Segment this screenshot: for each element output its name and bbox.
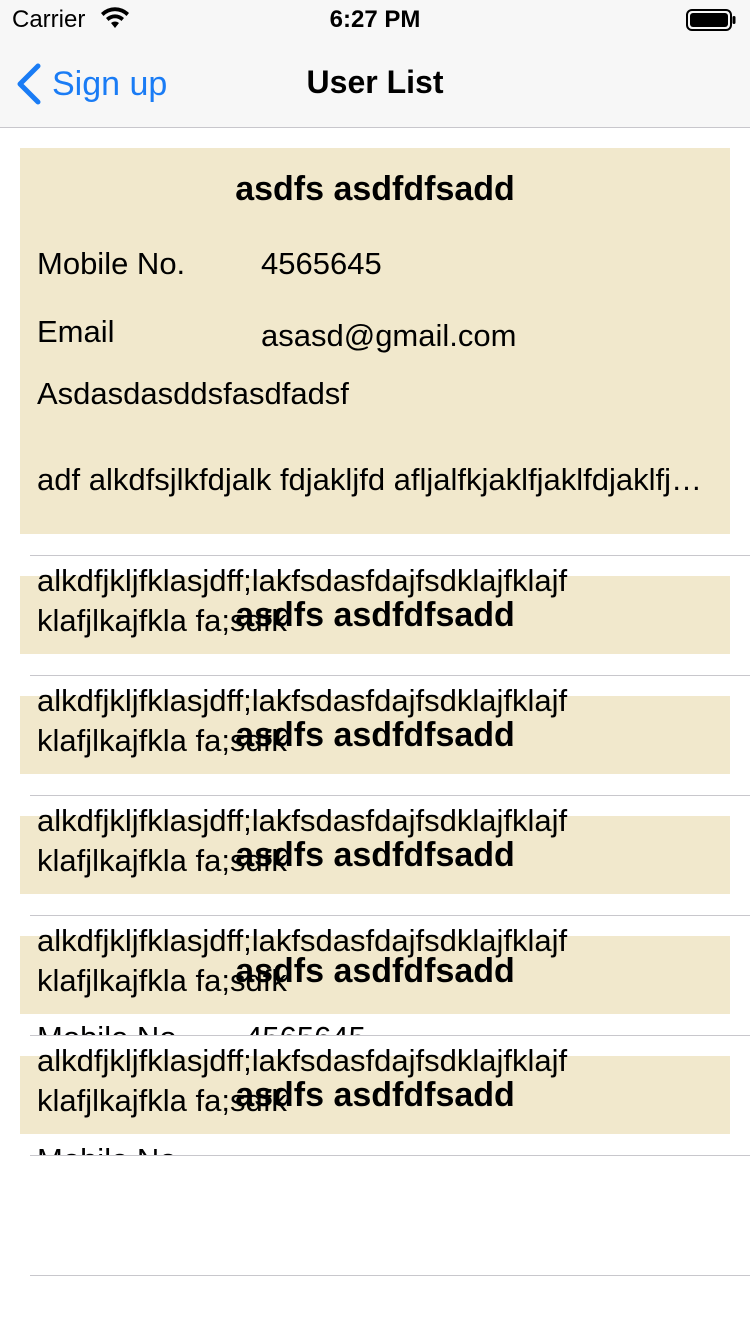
user-list[interactable]: asdfs asdfdfsadd Mobile No. 4565645 Emai…	[0, 128, 750, 1334]
email-value: asasd@gmail.com	[261, 318, 517, 353]
row-separator	[30, 1035, 750, 1036]
user-name: asdfs asdfdfsadd	[235, 596, 515, 634]
user-card[interactable]: asdfs asdfdfsadd Mobile No. 4565645 Emai…	[20, 148, 730, 534]
status-time: 6:27 PM	[329, 6, 421, 33]
row-separator	[30, 795, 750, 796]
overflow-line-1: alkdfjkljfklasjdff;lakfsdasfdajfsdklajfk…	[37, 683, 568, 718]
mobile-label: Mobile No.	[37, 246, 186, 281]
description-text: adf alkdfsjlkfdjalk fdjakljfd afljalfkja…	[37, 462, 717, 497]
overflow-line-1: alkdfjkljfklasjdff;lakfsdasfdajfsdklajfk…	[37, 563, 568, 598]
row-separator	[30, 915, 750, 916]
overflow-line-1: alkdfjkljfklasjdff;lakfsdasfdajfsdklajfk…	[37, 803, 568, 838]
battery-icon	[686, 9, 736, 31]
row-separator	[30, 1155, 750, 1156]
clipped-mobile-row: Mobile No.	[37, 1142, 185, 1155]
row-separator	[30, 555, 750, 556]
row-separator	[30, 1275, 750, 1276]
user-name: asdfs asdfdfsadd	[235, 1076, 515, 1114]
clipped-mobile-row: Mobile No. 4565645	[37, 1020, 366, 1035]
navigation-bar: Sign up User List	[0, 40, 750, 128]
user-name: asdfs asdfdfsadd	[235, 952, 515, 990]
page-title: User List	[306, 64, 444, 100]
clipped-mobile-label: Mobile No.	[37, 1020, 185, 1035]
clipped-mobile-value: 4565645	[245, 1020, 366, 1035]
user-name: asdfs asdfdfsadd	[235, 836, 515, 874]
mobile-value: 4565645	[261, 246, 382, 281]
row-separator	[30, 675, 750, 676]
overflow-line-1: alkdfjkljfklasjdff;lakfsdasfdajfsdklajfk…	[37, 1043, 568, 1078]
user-name: asdfs asdfdfsadd	[235, 716, 515, 754]
status-bar: Carrier 6:27 PM	[0, 0, 750, 40]
user-name: asdfs asdfdfsadd	[235, 170, 515, 208]
clipped-mobile-label: Mobile No.	[37, 1142, 185, 1155]
email-label: Email	[37, 314, 115, 349]
address-text: Asdasdasddsfasdfadsf	[37, 376, 349, 411]
